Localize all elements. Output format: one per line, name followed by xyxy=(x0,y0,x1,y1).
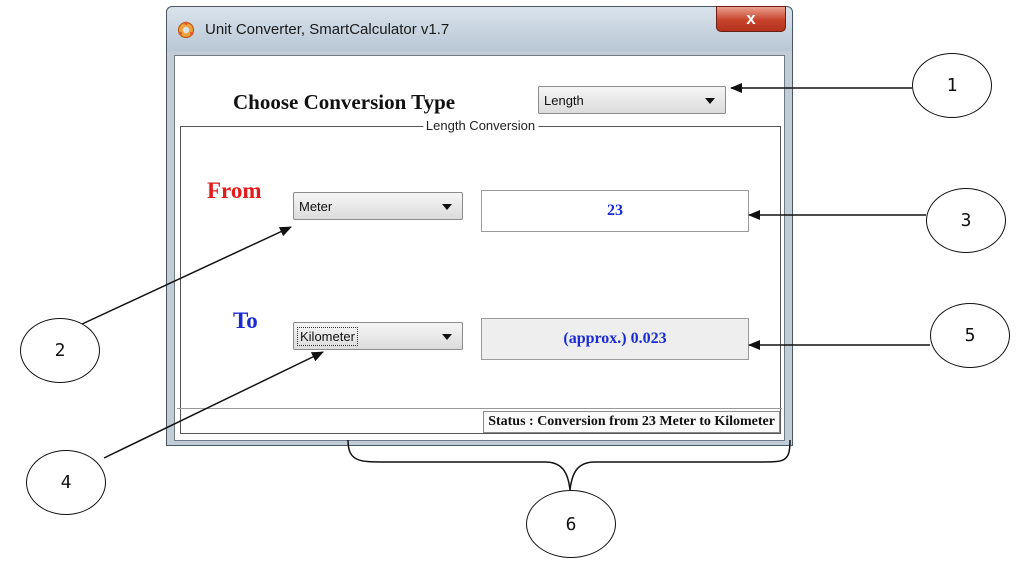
callout-4: 4 xyxy=(26,450,106,515)
callout-5: 5 xyxy=(930,303,1010,368)
callout-1: 1 xyxy=(912,53,992,118)
callout-3: 3 xyxy=(926,188,1006,253)
callout-6: 6 xyxy=(526,490,616,558)
callout-overlay xyxy=(79,83,930,491)
callout-4-arrow xyxy=(103,351,324,459)
callout-2: 2 xyxy=(20,318,100,383)
callout-6-brace xyxy=(347,439,791,491)
callout-2-arrow xyxy=(79,226,292,326)
